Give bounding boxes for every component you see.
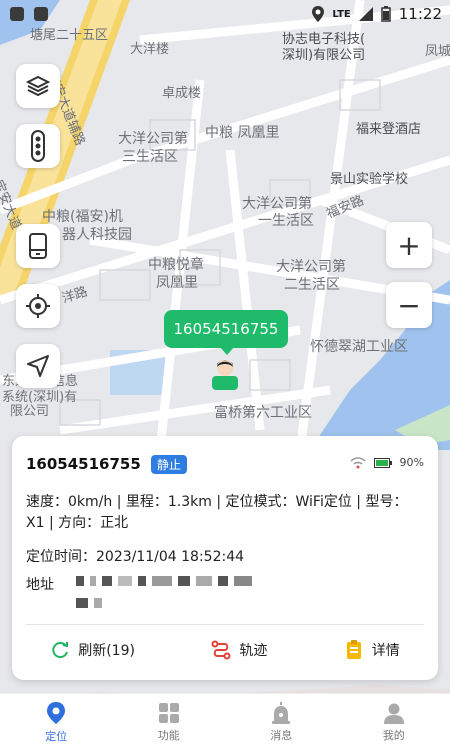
- map-label: 器人科技园: [62, 227, 132, 243]
- map-label: 大洋公司第: [242, 196, 312, 212]
- minus-icon: −: [397, 288, 421, 322]
- address-value-redacted: [76, 574, 416, 612]
- network-type: LTE: [332, 8, 351, 20]
- tab-messages-label: 消息: [270, 728, 293, 742]
- map-label: 怀德翠湖工业区: [310, 339, 408, 355]
- battery-percent: 90%: [399, 456, 424, 469]
- address-row: 地址: [26, 574, 424, 612]
- user-icon: [383, 703, 404, 724]
- refresh-icon: [52, 642, 69, 659]
- map-label: 三生活区: [122, 149, 178, 165]
- map-label: 二生活区: [284, 277, 340, 293]
- tab-mine[interactable]: 我的: [338, 694, 450, 750]
- layers-icon: [26, 75, 50, 97]
- zoom-in-button[interactable]: +: [386, 222, 432, 268]
- map-label: 中粮(福安)机: [42, 209, 123, 225]
- navigation-arrow-icon: [27, 355, 49, 377]
- details-button[interactable]: 详情: [344, 640, 400, 660]
- refresh-label: 刷新(19): [78, 643, 135, 659]
- map-label: 塘尾二十五区: [30, 28, 109, 43]
- device-person-icon[interactable]: [210, 356, 240, 390]
- tab-locate-label: 定位: [45, 729, 68, 743]
- tab-messages[interactable]: 消息: [225, 694, 338, 750]
- battery-icon: [381, 6, 391, 22]
- map-label: 凤凰里: [156, 275, 198, 291]
- tab-features-label: 功能: [157, 728, 180, 742]
- location-time: 定位时间：2023/11/04 18:52:44: [26, 546, 424, 566]
- route-icon: [211, 640, 231, 660]
- map-label: 协志电子科技(: [282, 32, 366, 47]
- map-label: 福来登酒店: [356, 122, 422, 137]
- crosshair-icon: [26, 294, 50, 318]
- location-time-value: 2023/11/04 18:52:44: [96, 549, 245, 565]
- document-icon: [346, 640, 361, 659]
- device-info-line: 速度：0km/h | 里程：1.3km | 定位模式：WiFi定位 | 型号：X…: [26, 494, 408, 531]
- device-id: 16054516755: [26, 455, 141, 473]
- alarm-icon: [272, 701, 291, 724]
- tab-mine-label: 我的: [382, 728, 405, 742]
- map-label: 富桥第六工业区: [214, 405, 312, 421]
- map-label: 凤城: [425, 44, 450, 59]
- phone-icon: [29, 233, 47, 259]
- details-label: 详情: [371, 643, 400, 659]
- map-label: 景山实验学校: [330, 172, 409, 187]
- wifi-icon: [350, 456, 366, 468]
- location-time-label: 定位时间：: [26, 549, 96, 565]
- map-label: 一生活区: [258, 213, 314, 229]
- location-icon: [312, 6, 325, 22]
- navigate-button[interactable]: [16, 344, 60, 388]
- traffic-light-icon: [31, 130, 45, 162]
- map-label: 限公司: [10, 404, 50, 419]
- map-label: 卓成楼: [162, 86, 202, 101]
- tab-features[interactable]: 功能: [113, 694, 226, 750]
- map-label: 深圳)有限公司: [282, 48, 366, 63]
- address-label: 地址: [26, 577, 54, 593]
- map-label: 中粮悦章: [148, 257, 204, 273]
- device-info-card: 16054516755 静止 90% 速度：0km/h | 里程：1.3km |…: [12, 436, 438, 680]
- zoom-out-button[interactable]: −: [386, 282, 432, 328]
- map-pin-icon: [47, 701, 66, 724]
- sim-icon: [10, 7, 24, 21]
- map-label: 中粮 凤凰里: [205, 125, 280, 141]
- grid-icon: [158, 702, 179, 723]
- bottom-nav: 定位 功能 消息 我的: [0, 693, 450, 750]
- signal-icon: [358, 7, 373, 21]
- card-divider: [26, 624, 424, 625]
- track-button[interactable]: 轨迹: [211, 640, 267, 660]
- traffic-button[interactable]: [16, 124, 60, 168]
- map-label: 大洋公司第: [118, 131, 188, 147]
- track-label: 轨迹: [239, 643, 268, 659]
- status-badge: 静止: [150, 454, 187, 474]
- status-bar: LTE 11:22: [0, 0, 450, 28]
- my-location-button[interactable]: [16, 284, 60, 328]
- layers-button[interactable]: [16, 64, 60, 108]
- android-icon: [34, 7, 48, 21]
- tab-locate[interactable]: 定位: [0, 694, 113, 750]
- map-label: 大洋楼: [130, 42, 170, 57]
- map-label: 大洋公司第: [276, 259, 346, 275]
- device-button[interactable]: [16, 224, 60, 268]
- plus-icon: +: [397, 228, 421, 262]
- battery-level-icon: [373, 457, 392, 468]
- clock: 11:22: [398, 5, 442, 23]
- device-marker-label[interactable]: 16054516755: [164, 310, 288, 355]
- refresh-button[interactable]: 刷新(19): [50, 640, 135, 660]
